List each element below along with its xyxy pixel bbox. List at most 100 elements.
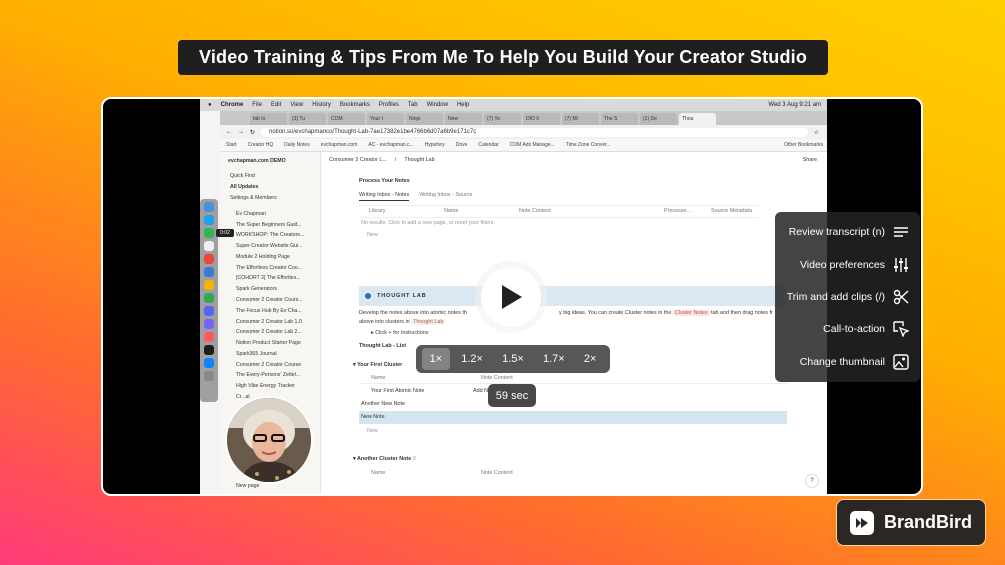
group1-label: Your First Cluster [357,362,403,368]
forward-arrow-icon: → [238,129,244,135]
sidebar-all-updates: All Updates [230,184,259,191]
process-heading: Process Your Notes [359,178,410,184]
bookmark-item: Calendar [478,142,499,148]
other-bookmarks: Other Bookmarks [784,142,823,148]
table-header: Library Name Note Content Processe... So… [359,205,759,218]
develop-text-b: y big ideas. You can create Cluster note… [559,310,672,316]
dock-app-icon [204,202,214,212]
back-arrow-icon: ← [226,129,232,135]
menu-change-thumbnail[interactable]: Change thumbnail [800,352,909,372]
sidebar-page: WORKSHOP: The Creators... [236,232,305,239]
col-name: Name [444,208,459,214]
thought-lab-pill: Thought Lab [411,319,446,325]
sidebar-page: The Super Beginners Guid... [236,221,302,228]
browser-tab-strip: fab in (3) Tu COM Your t Ninjo New (7) Y… [220,111,827,125]
bookmark-item: Start [226,142,237,148]
browser-tab: fab in [250,113,287,125]
brandbird-badge[interactable]: BrandBird [836,499,986,546]
menu-review-transcript[interactable]: Review transcript (n) [789,222,909,242]
mac-menu-bar: ● Chrome File Edit View History Bookmark… [200,99,827,111]
list-col-note: Note Content [481,375,513,381]
col-processed: Processe... [664,208,691,214]
brand-name: BrandBird [884,512,973,532]
bookmarks-bar: Start Creator HQ Daily Notes evchapman.c… [220,139,827,152]
thought-lab-callout: THOUGHT LAB [359,286,787,306]
circle-icon [365,293,371,299]
browser-tab: The S [601,113,638,125]
menu-label: Call-to-action [823,323,885,335]
tab-writing-inbox-source: Writing Inbox - Source [419,192,473,198]
mac-menu-file: File [252,102,262,108]
transcript-lines-icon [894,227,908,237]
menu-call-to-action[interactable]: Call-to-action [823,319,909,339]
bookmark-item: Drive [455,142,468,148]
dock-app-icon [204,332,214,342]
sidebar-page: The Effortless Creator Cou... [236,264,302,271]
sidebar-quick-find: Quick Find [230,173,255,180]
develop-text-line2: above into clusters in Thought Lab [359,319,446,325]
mini-timer: 0:02 [216,229,234,237]
image-icon [893,354,909,370]
help-button: ? [805,474,819,488]
group2-label: Another Cluster Note [357,456,412,462]
page-banner-title: Video Training & Tips From Me To Help Yo… [178,40,828,75]
tab-writing-inbox-notes: Writing Inbox - Notes [359,192,410,201]
bookmark-item: Time Zone Conver... [565,142,611,148]
dock-app-icon [204,306,214,316]
video-options-menu: Review transcript (n) Video preferences … [775,212,920,382]
star-icon: ☆ [813,129,819,136]
sidebar-page: Consumer 2 Creator Cours... [236,296,303,303]
list-header: Name Note Content [359,373,787,384]
duration-badge: 59 sec [488,384,536,407]
speed-option-1-7x[interactable]: 1.7× [535,348,573,370]
breadcrumb: Consumer 2 Creator L... / Thought Lab Sh… [321,152,827,168]
speed-option-1x[interactable]: 1× [421,348,451,370]
instructions-label: for Instructions [393,330,429,336]
dock-app-icon [204,241,214,251]
browser-tab: New [445,113,482,125]
menu-video-preferences[interactable]: Video preferences [800,255,909,275]
speed-option-1-2x[interactable]: 1.2× [453,348,491,370]
sidebar-page: Notion Product Starter Page [236,340,301,347]
dock-app-icon [204,371,214,381]
list-view-tab: Thought Lab - List [359,343,407,349]
list-row: Your First Atomic Note [371,388,425,394]
play-button[interactable] [475,261,547,333]
sidebar-page: The Focus Hub By Ev Cha... [236,307,302,314]
sidebar-page: The Every-Persons' Zettel... [236,372,301,379]
mac-clock: Wed 3 Aug 9:21 am [768,102,821,108]
view-tabs: Writing Inbox - Notes Writing Inbox - So… [359,192,472,201]
menu-trim-clips[interactable]: Trim and add clips (/) [787,287,909,307]
dock-app-icon [204,215,214,225]
speed-option-1-5x[interactable]: 1.5× [494,348,532,370]
browser-tab: Ninjo [406,113,443,125]
dock-app-icon [204,228,214,238]
develop-text-a: Develop the notes above into atomic note… [359,310,467,316]
selected-row-highlight [359,411,787,424]
browser-tab: (3) Tu [289,113,326,125]
develop-text-right: y big ideas. You can create Cluster note… [559,310,773,316]
list2-col-name: Name [371,470,386,476]
sidebar-page: Spark365 Journal [236,350,277,357]
sliders-icon [894,258,908,272]
bookmark-item: evchapman.com [320,142,358,148]
mac-menu-profiles: Profiles [378,102,399,108]
address-bar: notion.so/evchapmanco/Thought-Lab-7ae173… [261,127,808,137]
speed-option-2x[interactable]: 2× [576,348,605,370]
sidebar-page: Consumer 2 Creator Course [236,361,302,368]
playback-speed-selector: 1× 1.2× 1.5× 1.7× 2× [416,345,610,373]
browser-tab: Your t [367,113,404,125]
browser-tab: (1) De [640,113,677,125]
sidebar-page: Spark Generators [236,286,277,293]
sidebar-page: Ev Chapman [236,210,266,217]
breadcrumb-current: Thought Lab [404,157,435,163]
dock-app-icon [204,280,214,290]
instructions-toggle: ▸ Click + for Instructions [371,330,429,336]
cluster-notes-pill: Cluster Notes [672,310,710,316]
browser-tab: (7) Mi [562,113,599,125]
sidebar-page: Consumer 2 Creator Lab 1.0 [236,318,302,325]
play-button-inner [481,267,541,327]
bookmark-item: Creator HQ [247,142,274,148]
reload-icon: ↻ [250,129,256,136]
browser-tab: COM [328,113,365,125]
